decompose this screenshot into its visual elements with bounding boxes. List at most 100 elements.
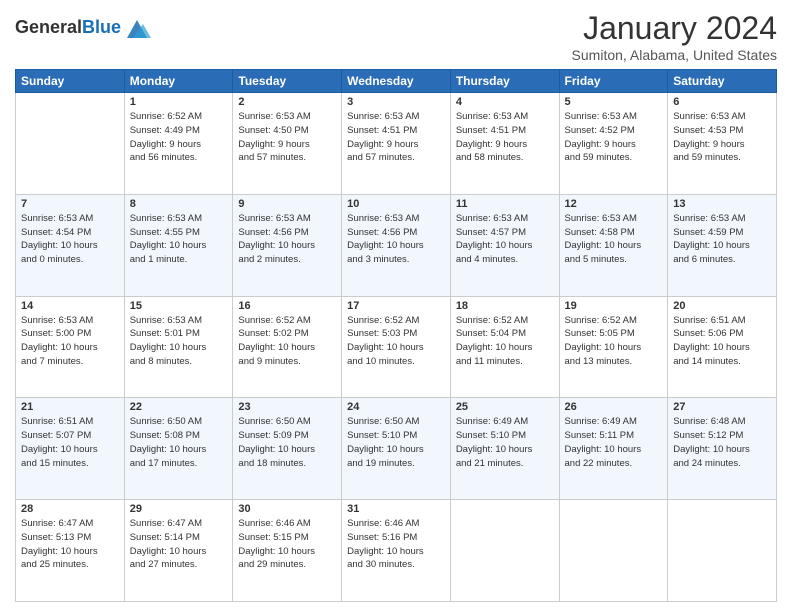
- week-row-2: 7Sunrise: 6:53 AM Sunset: 4:54 PM Daylig…: [16, 194, 777, 296]
- logo-general-text: General: [15, 17, 82, 37]
- day-info: Sunrise: 6:53 AM Sunset: 4:53 PM Dayligh…: [673, 110, 771, 165]
- header-cell-tuesday: Tuesday: [233, 70, 342, 93]
- day-cell: [668, 500, 777, 602]
- day-number: 9: [238, 198, 336, 210]
- header-cell-sunday: Sunday: [16, 70, 125, 93]
- day-number: 4: [456, 96, 554, 108]
- day-number: 29: [130, 503, 228, 515]
- day-number: 23: [238, 401, 336, 413]
- day-number: 3: [347, 96, 445, 108]
- day-info: Sunrise: 6:48 AM Sunset: 5:12 PM Dayligh…: [673, 415, 771, 470]
- day-info: Sunrise: 6:53 AM Sunset: 4:51 PM Dayligh…: [456, 110, 554, 165]
- day-info: Sunrise: 6:53 AM Sunset: 4:52 PM Dayligh…: [565, 110, 663, 165]
- day-info: Sunrise: 6:50 AM Sunset: 5:09 PM Dayligh…: [238, 415, 336, 470]
- day-cell: 28 Sunrise: 6:47 AM Sunset: 5:13 PM Dayli…: [16, 500, 125, 602]
- day-info: Sunrise: 6:53 AM Sunset: 4:51 PM Dayligh…: [347, 110, 445, 165]
- day-number: 11: [456, 198, 554, 210]
- day-number: 2: [238, 96, 336, 108]
- day-info: Sunrise: 6:47 AM Sunset: 5:13 PM Dayligh…: [21, 517, 119, 572]
- day-cell: 4 Sunrise: 6:53 AM Sunset: 4:51 PM Daylig…: [450, 93, 559, 195]
- day-number: 12: [565, 198, 663, 210]
- day-number: 19: [565, 300, 663, 312]
- day-number: 17: [347, 300, 445, 312]
- day-cell: [450, 500, 559, 602]
- day-number: 28: [21, 503, 119, 515]
- day-cell: 5 Sunrise: 6:53 AM Sunset: 4:52 PM Daylig…: [559, 93, 668, 195]
- day-cell: 1Sunrise: 6:52 AM Sunset: 4:49 PM Daylig…: [124, 93, 233, 195]
- day-info: Sunrise: 6:53 AM Sunset: 5:00 PM Dayligh…: [21, 314, 119, 369]
- day-info: Sunrise: 6:50 AM Sunset: 5:08 PM Dayligh…: [130, 415, 228, 470]
- day-cell: 21 Sunrise: 6:51 AM Sunset: 5:07 PM Dayli…: [16, 398, 125, 500]
- calendar-body: 1Sunrise: 6:52 AM Sunset: 4:49 PM Daylig…: [16, 93, 777, 602]
- week-row-1: 1Sunrise: 6:52 AM Sunset: 4:49 PM Daylig…: [16, 93, 777, 195]
- day-cell: 13 Sunrise: 6:53 AM Sunset: 4:59 PM Dayli…: [668, 194, 777, 296]
- day-info: Sunrise: 6:53 AM Sunset: 4:56 PM Dayligh…: [238, 212, 336, 267]
- day-cell: 15 Sunrise: 6:53 AM Sunset: 5:01 PM Dayli…: [124, 296, 233, 398]
- day-info: Sunrise: 6:53 AM Sunset: 4:58 PM Dayligh…: [565, 212, 663, 267]
- logo-blue-text: Blue: [82, 17, 121, 37]
- day-info: Sunrise: 6:47 AM Sunset: 5:14 PM Dayligh…: [130, 517, 228, 572]
- day-number: 15: [130, 300, 228, 312]
- calendar-table: SundayMondayTuesdayWednesdayThursdayFrid…: [15, 69, 777, 602]
- day-cell: 18Sunrise: 6:52 AM Sunset: 5:04 PM Dayli…: [450, 296, 559, 398]
- day-info: Sunrise: 6:46 AM Sunset: 5:16 PM Dayligh…: [347, 517, 445, 572]
- day-cell: [16, 93, 125, 195]
- day-info: Sunrise: 6:49 AM Sunset: 5:10 PM Dayligh…: [456, 415, 554, 470]
- day-cell: 7Sunrise: 6:53 AM Sunset: 4:54 PM Daylig…: [16, 194, 125, 296]
- day-number: 8: [130, 198, 228, 210]
- day-number: 20: [673, 300, 771, 312]
- day-number: 27: [673, 401, 771, 413]
- day-info: Sunrise: 6:52 AM Sunset: 5:02 PM Dayligh…: [238, 314, 336, 369]
- day-info: Sunrise: 6:52 AM Sunset: 5:05 PM Dayligh…: [565, 314, 663, 369]
- day-cell: 16 Sunrise: 6:52 AM Sunset: 5:02 PM Dayli…: [233, 296, 342, 398]
- day-number: 25: [456, 401, 554, 413]
- day-cell: 2 Sunrise: 6:53 AM Sunset: 4:50 PM Daylig…: [233, 93, 342, 195]
- day-cell: [559, 500, 668, 602]
- day-info: Sunrise: 6:52 AM Sunset: 4:49 PM Dayligh…: [130, 110, 228, 165]
- day-info: Sunrise: 6:53 AM Sunset: 5:01 PM Dayligh…: [130, 314, 228, 369]
- logo-icon: [123, 14, 151, 42]
- day-info: Sunrise: 6:51 AM Sunset: 5:07 PM Dayligh…: [21, 415, 119, 470]
- day-cell: 11 Sunrise: 6:53 AM Sunset: 4:57 PM Dayli…: [450, 194, 559, 296]
- day-info: Sunrise: 6:51 AM Sunset: 5:06 PM Dayligh…: [673, 314, 771, 369]
- week-row-5: 28 Sunrise: 6:47 AM Sunset: 5:13 PM Dayli…: [16, 500, 777, 602]
- day-info: Sunrise: 6:53 AM Sunset: 4:54 PM Dayligh…: [21, 212, 119, 267]
- day-number: 6: [673, 96, 771, 108]
- day-cell: 6 Sunrise: 6:53 AM Sunset: 4:53 PM Daylig…: [668, 93, 777, 195]
- day-cell: 31 Sunrise: 6:46 AM Sunset: 5:16 PM Dayli…: [342, 500, 451, 602]
- day-number: 16: [238, 300, 336, 312]
- day-cell: 30 Sunrise: 6:46 AM Sunset: 5:15 PM Dayli…: [233, 500, 342, 602]
- day-cell: 9 Sunrise: 6:53 AM Sunset: 4:56 PM Daylig…: [233, 194, 342, 296]
- day-info: Sunrise: 6:53 AM Sunset: 4:56 PM Dayligh…: [347, 212, 445, 267]
- day-info: Sunrise: 6:50 AM Sunset: 5:10 PM Dayligh…: [347, 415, 445, 470]
- day-number: 21: [21, 401, 119, 413]
- day-number: 30: [238, 503, 336, 515]
- day-info: Sunrise: 6:53 AM Sunset: 4:50 PM Dayligh…: [238, 110, 336, 165]
- day-number: 31: [347, 503, 445, 515]
- logo: GeneralBlue: [15, 14, 151, 42]
- day-info: Sunrise: 6:53 AM Sunset: 4:59 PM Dayligh…: [673, 212, 771, 267]
- day-number: 5: [565, 96, 663, 108]
- day-info: Sunrise: 6:52 AM Sunset: 5:03 PM Dayligh…: [347, 314, 445, 369]
- title-block: January 2024 Sumiton, Alabama, United St…: [572, 10, 777, 63]
- day-info: Sunrise: 6:49 AM Sunset: 5:11 PM Dayligh…: [565, 415, 663, 470]
- page: GeneralBlue January 2024 Sumiton, Alabam…: [0, 0, 792, 612]
- header-row: SundayMondayTuesdayWednesdayThursdayFrid…: [16, 70, 777, 93]
- header-cell-saturday: Saturday: [668, 70, 777, 93]
- day-info: Sunrise: 6:46 AM Sunset: 5:15 PM Dayligh…: [238, 517, 336, 572]
- day-number: 14: [21, 300, 119, 312]
- day-cell: 26 Sunrise: 6:49 AM Sunset: 5:11 PM Dayli…: [559, 398, 668, 500]
- day-cell: 10 Sunrise: 6:53 AM Sunset: 4:56 PM Dayli…: [342, 194, 451, 296]
- day-number: 18: [456, 300, 554, 312]
- day-number: 10: [347, 198, 445, 210]
- day-number: 22: [130, 401, 228, 413]
- day-info: Sunrise: 6:53 AM Sunset: 4:57 PM Dayligh…: [456, 212, 554, 267]
- day-number: 13: [673, 198, 771, 210]
- day-number: 26: [565, 401, 663, 413]
- day-cell: 3 Sunrise: 6:53 AM Sunset: 4:51 PM Daylig…: [342, 93, 451, 195]
- day-cell: 23 Sunrise: 6:50 AM Sunset: 5:09 PM Dayli…: [233, 398, 342, 500]
- day-cell: 17 Sunrise: 6:52 AM Sunset: 5:03 PM Dayli…: [342, 296, 451, 398]
- header-cell-friday: Friday: [559, 70, 668, 93]
- day-cell: 24Sunrise: 6:50 AM Sunset: 5:10 PM Dayli…: [342, 398, 451, 500]
- header-cell-wednesday: Wednesday: [342, 70, 451, 93]
